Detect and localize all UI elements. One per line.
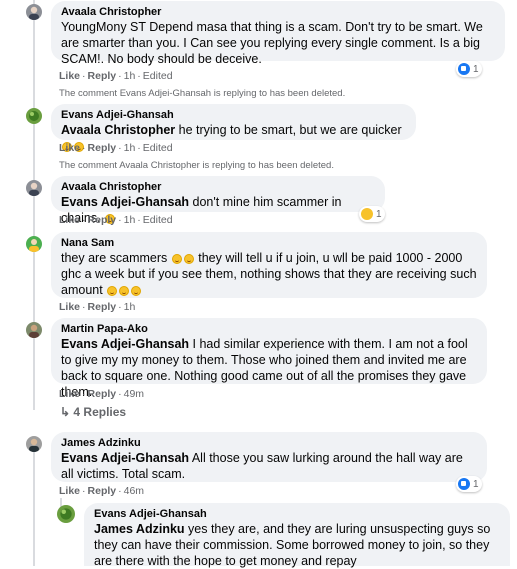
avatar[interactable] (57, 505, 75, 523)
timestamp[interactable]: 1h (124, 70, 136, 82)
reaction-badge[interactable]: 1 (456, 476, 482, 492)
like-reaction-icon (458, 63, 470, 75)
haha-reaction-icon (361, 208, 373, 220)
comment-bubble: Evans Adjei-Ghansah Avaala Christopher h… (51, 104, 416, 152)
grin-emoji-icon (171, 253, 182, 264)
thread-line (33, 450, 35, 566)
reaction-badge[interactable]: 1 (359, 206, 385, 222)
avatar[interactable] (26, 180, 42, 196)
avatar[interactable] (26, 4, 42, 20)
grin-emoji-icon (119, 285, 130, 296)
comment-text: he trying to be smart, but we are quicke… (178, 123, 402, 137)
comment-actions: Like · Reply · 1h · Edited (59, 70, 173, 82)
like-link[interactable]: Like (59, 388, 80, 400)
comment-bubble: James Adzinku Evans Adjei-Ghansah All th… (51, 432, 487, 482)
grin-emoji-icon (183, 253, 194, 264)
reply-link[interactable]: Reply (88, 388, 117, 400)
comment-bubble: Martin Papa-Ako Evans Adjei-Ghansah I ha… (51, 318, 487, 399)
like-link[interactable]: Like (59, 142, 80, 154)
comment-actions: Like · Reply · 46m (59, 485, 145, 497)
deleted-notice: The comment Avaala Christopher is replyi… (59, 160, 334, 171)
comment-actions: Like · Reply · 1h · Edited (59, 142, 173, 154)
like-link[interactable]: Like (59, 214, 80, 226)
comment-author[interactable]: Evans Adjei-Ghansah (94, 507, 500, 521)
comment-bubble: Evans Adjei-Ghansah James Adzinku yes th… (84, 503, 510, 568)
comment-author[interactable]: Evans Adjei-Ghansah (61, 108, 406, 122)
mention[interactable]: James Adzinku (94, 522, 185, 536)
edited-label: Edited (142, 214, 173, 226)
reply-link[interactable]: Reply (88, 214, 117, 226)
thread-line (33, 330, 35, 410)
edited-label: Edited (142, 142, 173, 154)
like-reaction-icon (458, 478, 470, 490)
timestamp[interactable]: 1h (124, 301, 136, 313)
grin-emoji-icon (107, 285, 118, 296)
comment-bubble: Avaala Christopher YoungMony ST Depend m… (51, 1, 505, 66)
comment-bubble: Avaala Christopher Evans Adjei-Ghansah d… (51, 176, 385, 225)
view-replies-link[interactable]: ↳ 4 Replies (60, 405, 126, 419)
comment-actions: Like · Reply · 1h · Edited (59, 214, 173, 226)
edited-label: Edited (142, 70, 173, 82)
comment-actions: Like · Reply · 1h (59, 301, 136, 313)
reaction-badge[interactable]: 1 (456, 61, 482, 77)
comment-text: YoungMony ST Depend masa that thing is a… (61, 20, 483, 66)
comment-author[interactable]: Avaala Christopher (61, 5, 495, 19)
timestamp[interactable]: 49m (124, 388, 144, 400)
avatar[interactable] (26, 322, 42, 338)
comment-author[interactable]: James Adzinku (61, 436, 477, 450)
comment-author[interactable]: Avaala Christopher (61, 180, 375, 194)
avatar[interactable] (26, 436, 42, 452)
deleted-notice: The comment Evans Adjei-Ghansah is reply… (59, 88, 346, 99)
comment-author[interactable]: Nana Sam (61, 236, 477, 250)
like-link[interactable]: Like (59, 301, 80, 313)
mention[interactable]: Evans Adjei-Ghansah (61, 195, 189, 209)
timestamp[interactable]: 1h (124, 214, 136, 226)
reply-link[interactable]: Reply (88, 301, 117, 313)
comment-actions: Like · Reply · 49m (59, 388, 145, 400)
avatar[interactable] (26, 236, 42, 252)
avatar[interactable] (26, 108, 42, 124)
reply-arrow-icon: ↳ (60, 405, 71, 419)
like-link[interactable]: Like (59, 70, 80, 82)
mention[interactable]: Evans Adjei-Ghansah (61, 451, 189, 465)
grin-emoji-icon (131, 285, 142, 296)
thread-line (33, 0, 35, 330)
reply-link[interactable]: Reply (88, 70, 117, 82)
reply-link[interactable]: Reply (88, 142, 117, 154)
timestamp[interactable]: 46m (124, 485, 144, 497)
like-link[interactable]: Like (59, 485, 80, 497)
reply-link[interactable]: Reply (88, 485, 117, 497)
comment-author[interactable]: Martin Papa-Ako (61, 322, 477, 336)
mention[interactable]: Avaala Christopher (61, 123, 175, 137)
timestamp[interactable]: 1h (124, 142, 136, 154)
comment-bubble: Nana Sam they are scammers they will tel… (51, 232, 487, 298)
comment-text: they are scammers (61, 251, 168, 265)
mention[interactable]: Evans Adjei-Ghansah (61, 337, 189, 351)
